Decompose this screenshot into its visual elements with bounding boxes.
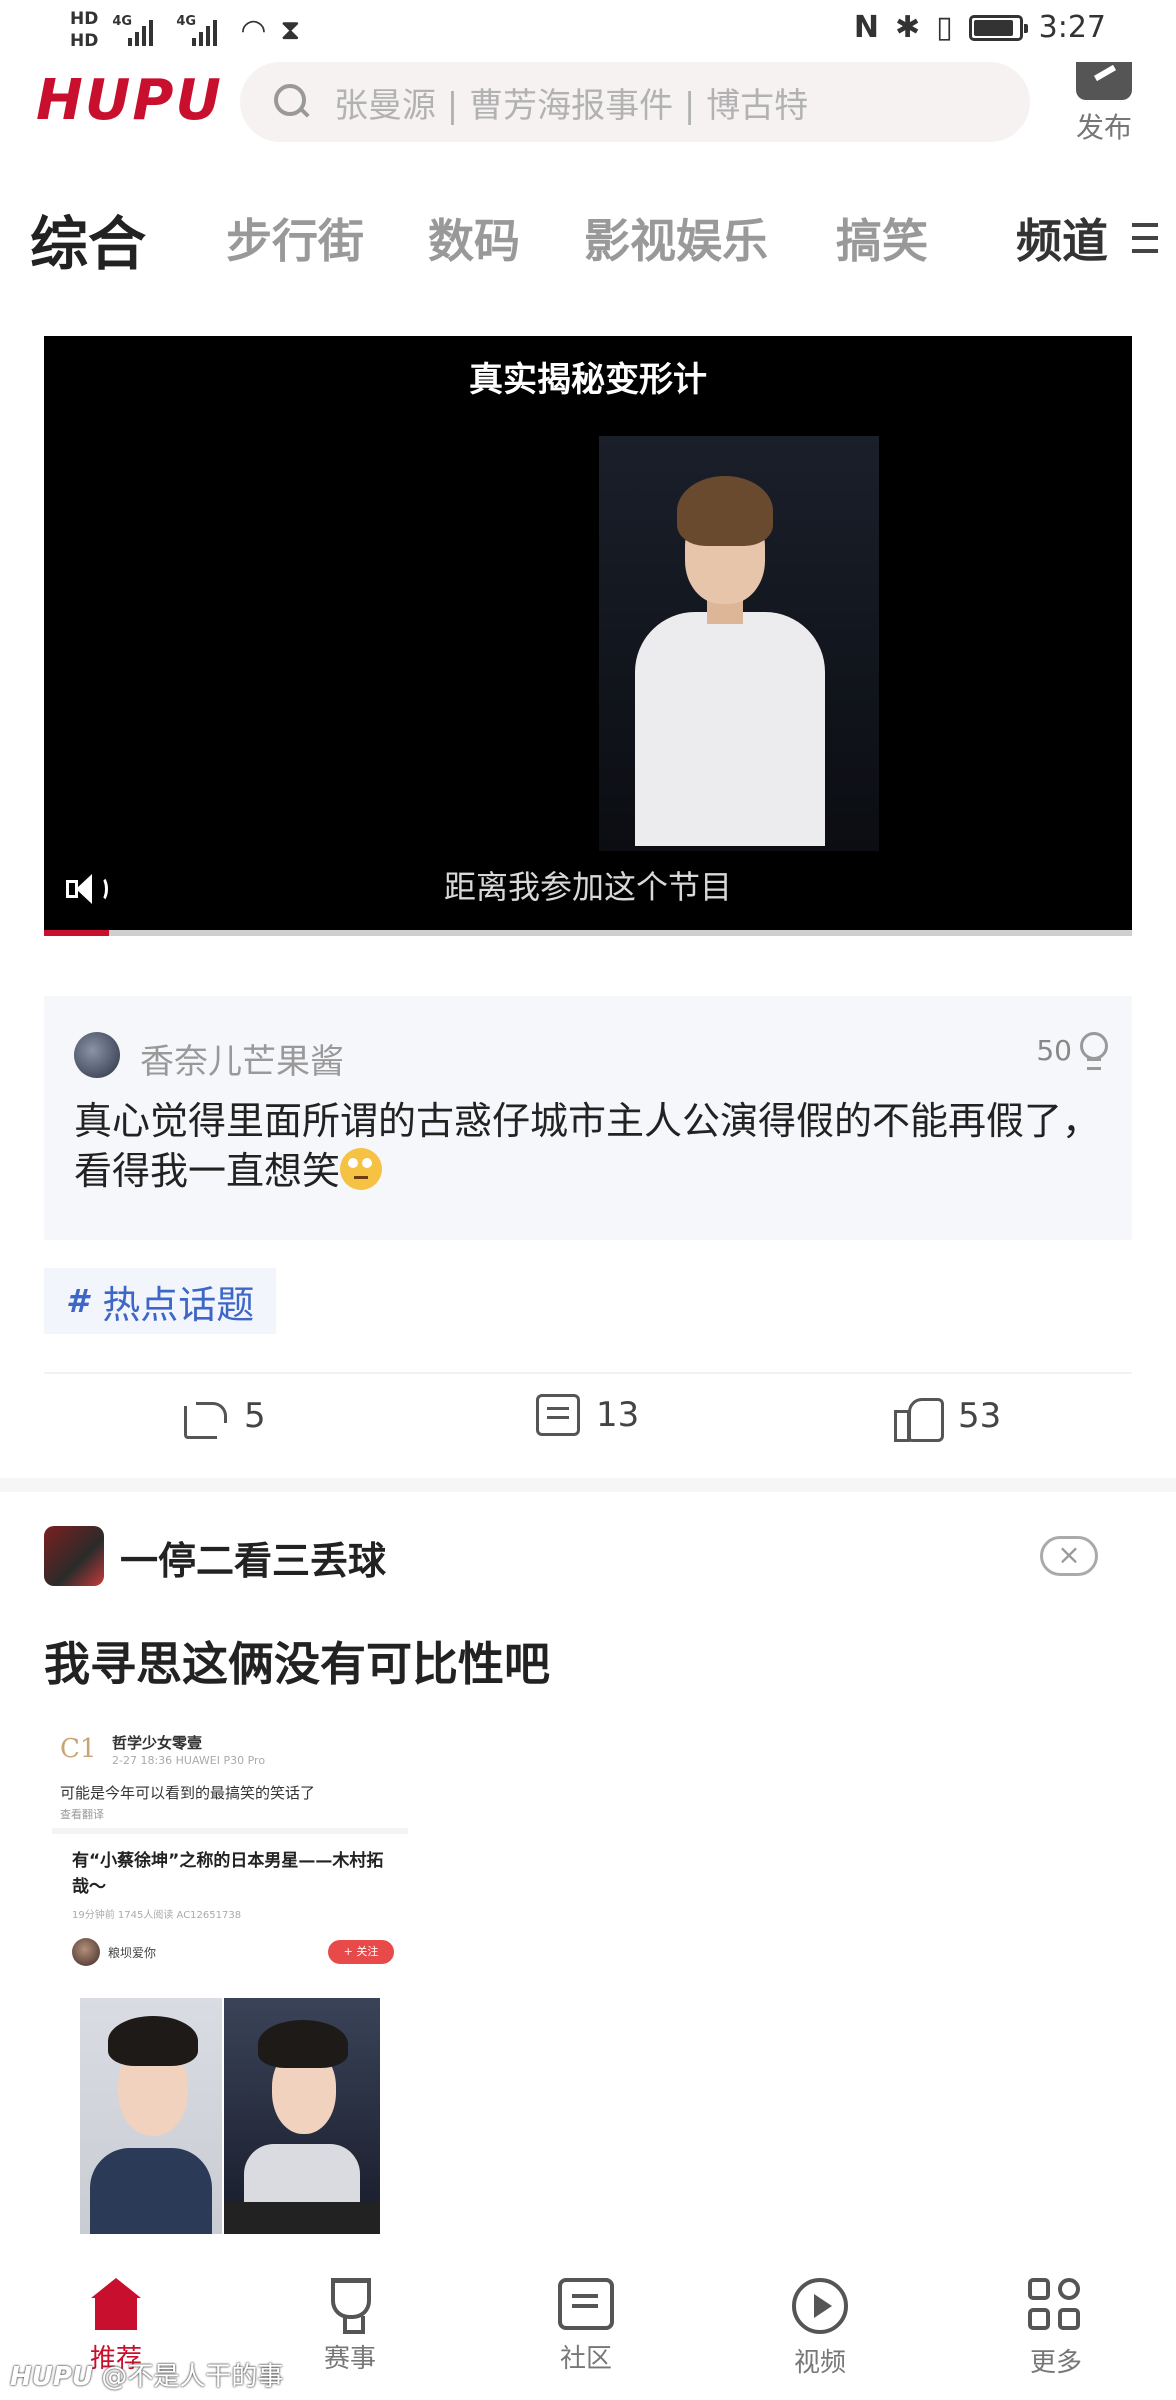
video-progress-bar[interactable] (44, 930, 1132, 936)
search-bar[interactable]: 张曼源 | 曹芳海报事件 | 博古特 (240, 62, 1030, 142)
like-button[interactable]: 53 (894, 1394, 1002, 1442)
nav-community-label: 社区 (559, 2344, 612, 2374)
hd-label-1: HD (70, 9, 99, 29)
screenshot-post-title: 有“小蔡徐坤”之称的日本男星——木村拓哉～ (72, 1851, 384, 1897)
thumbs-up-icon (894, 1394, 944, 1442)
screenshot-author: 粮坝爱你 (108, 1946, 157, 1960)
bluetooth-icon: ✱ (894, 10, 921, 45)
vibrate-icon: ▯ (936, 10, 953, 45)
wifi-icon: ◠ (240, 12, 267, 48)
screenshot-author-avatar (72, 1938, 100, 1966)
publish-button[interactable]: 发布 (1066, 62, 1142, 146)
home-icon (87, 2278, 145, 2330)
screenshot-meta: 2-27 18:36 HUAWEI P30 Pro (112, 1754, 266, 1767)
watermark: HUPU @不是人干的事 (10, 2362, 284, 2392)
battery-icon (968, 14, 1028, 41)
nav-community[interactable]: 社区 (526, 2278, 646, 2375)
signal-icon-2: 4G (176, 10, 226, 50)
tab-buxingjie[interactable]: 步行街 (226, 205, 364, 271)
screenshot-text: 可能是今年可以看到的最搞笑的笑话了 (60, 1784, 316, 1802)
screenshot-post-meta: 19分钟前 1745人阅读 AC12651738 (72, 1910, 242, 1921)
video-player[interactable]: 真实揭秘变形计 距离我参加这个节目 (44, 336, 1132, 936)
comment-icon (536, 1394, 580, 1436)
video-play-icon (792, 2278, 848, 2334)
video-person (599, 476, 869, 846)
tab-channels[interactable]: 频道 (1016, 205, 1108, 271)
screenshot-avatar: C1 (60, 1734, 97, 1764)
comment-text: 真心觉得里面所谓的古惑仔城市主人公演得假的不能再假了，看得我一直想笑 (74, 1099, 1101, 1193)
nav-more-label: 更多 (1029, 2348, 1082, 2378)
community-icon (558, 2278, 614, 2330)
post-title[interactable]: 我寻思这俩没有可比性吧 (44, 1628, 550, 1694)
screenshot-username: 哲学少女零壹 (112, 1734, 203, 1752)
avatar[interactable] (74, 1032, 120, 1078)
search-placeholder: 张曼源 | 曹芳海报事件 | 博古特 (334, 85, 809, 126)
share-icon (184, 1394, 228, 1439)
volume-icon[interactable] (66, 870, 110, 910)
hd-label-2: HD (70, 31, 99, 51)
tab-gaoxiao[interactable]: 搞笑 (836, 205, 928, 271)
tab-shuma[interactable]: 数码 (428, 205, 520, 271)
tab-zonghe[interactable]: 综合 (30, 197, 146, 281)
topic-chip[interactable]: # 热点话题 (44, 1268, 277, 1334)
photo-left (80, 1998, 222, 2234)
channel-tabs: 综合 步行街 数码 影视娱乐 搞笑 频道 (0, 195, 1176, 285)
post-author-name[interactable]: 一停二看三丢球 (120, 1530, 386, 1585)
comment-username[interactable]: 香奈儿芒果酱 (140, 1034, 344, 1083)
clock: 3:27 (1038, 10, 1106, 45)
photo-right (224, 1998, 380, 2202)
trophy-icon (321, 2278, 379, 2334)
channel-menu-icon[interactable] (1132, 223, 1158, 253)
nav-events[interactable]: 赛事 (290, 2278, 410, 2375)
nfc-icon: N (853, 10, 879, 45)
signal-icon: 4G (112, 10, 162, 50)
nav-more[interactable]: 更多 (996, 2278, 1116, 2379)
video-title: 真实揭秘变形计 (469, 360, 707, 400)
more-grid-icon (1028, 2278, 1084, 2334)
compose-icon (1076, 62, 1132, 100)
screenshot-follow-button: + 关注 (328, 1940, 394, 1964)
post-image[interactable]: C1 哲学少女零壹 2-27 18:36 HUAWEI P30 Pro 可能是今… (52, 1724, 408, 2234)
nav-video-label: 视频 (793, 2348, 846, 2378)
status-bar: HD HD 4G 4G ◠ ⧗ N ✱ ▯ 3:27 (0, 0, 1176, 70)
eye-roll-emoji-icon (340, 1148, 383, 1190)
photo-bottom (224, 2202, 380, 2234)
publish-label: 发布 (1075, 111, 1132, 144)
hupu-logo[interactable]: HUPU (36, 68, 223, 133)
like-count: 53 (958, 1396, 1002, 1436)
post-author-avatar[interactable] (44, 1526, 104, 1586)
app-header: HUPU 张曼源 | 曹芳海报事件 | 博古特 发布 (0, 62, 1176, 162)
lightbulb-icon (1080, 1032, 1108, 1070)
hourglass-icon: ⧗ (280, 13, 301, 46)
share-button[interactable]: 5 (184, 1394, 266, 1439)
comment-button[interactable]: 13 (536, 1394, 639, 1436)
share-count: 5 (244, 1396, 266, 1436)
topic-label: 热点话题 (102, 1282, 255, 1327)
tab-yingshi[interactable]: 影视娱乐 (584, 205, 768, 271)
divider (44, 1372, 1132, 1374)
comment-count: 13 (596, 1395, 640, 1435)
comment-likes[interactable]: 50 (1036, 1032, 1108, 1070)
hd-indicator: HD HD (70, 8, 98, 52)
nav-video[interactable]: 视频 (760, 2278, 880, 2379)
video-subtitle: 距离我参加这个节目 (443, 868, 732, 906)
dismiss-post-button[interactable]: × (1040, 1536, 1098, 1576)
search-icon (274, 84, 310, 120)
comment-like-count: 50 (1036, 1033, 1072, 1067)
nav-events-label: 赛事 (323, 2344, 376, 2374)
hot-comment[interactable]: 香奈儿芒果酱 50 真心觉得里面所谓的古惑仔城市主人公演得假的不能再假了，看得我… (44, 996, 1132, 1240)
screenshot-translate: 查看翻译 (60, 1808, 104, 1821)
post-actions: 5 13 53 (0, 1394, 1176, 1454)
section-gap (0, 1478, 1176, 1492)
video-progress-played (44, 930, 110, 936)
topic-hash-icon: # (66, 1282, 89, 1320)
